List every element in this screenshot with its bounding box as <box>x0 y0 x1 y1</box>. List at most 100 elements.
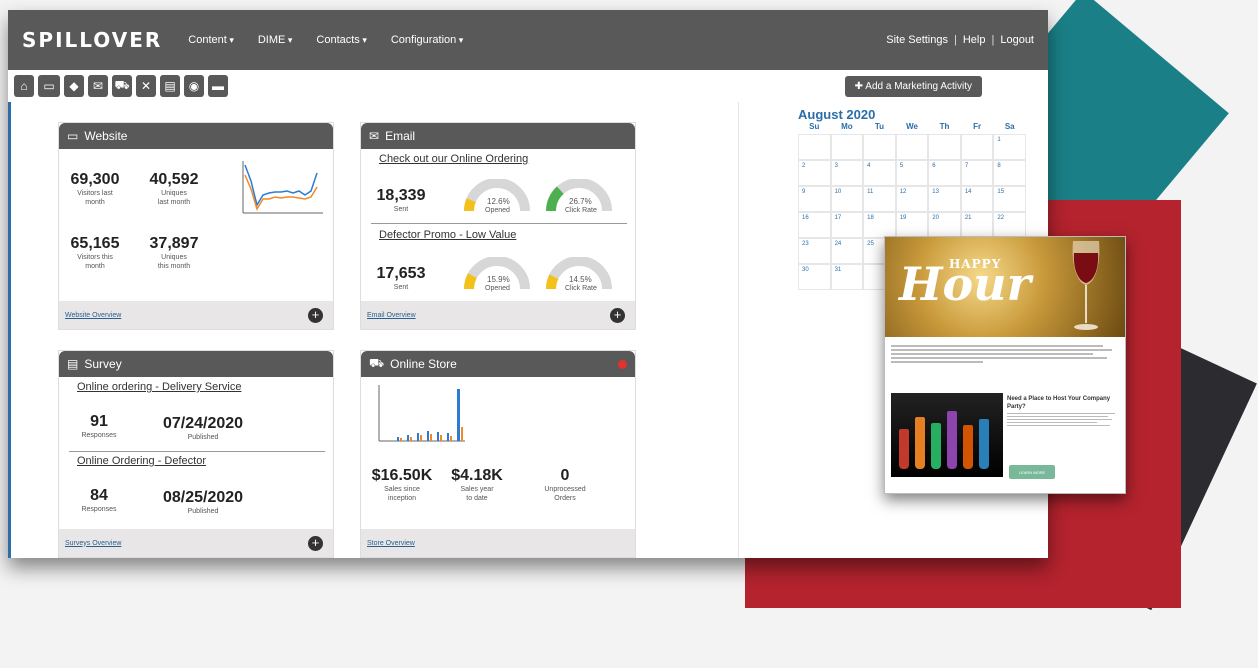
gauge-label: Opened <box>485 207 510 214</box>
stat-label: Uniques <box>161 190 187 197</box>
calendar-day[interactable]: 17 <box>830 212 864 238</box>
calendar-day <box>960 134 994 160</box>
add-circle-icon[interactable]: + <box>308 536 323 551</box>
calendar-day[interactable]: 6 <box>928 160 961 186</box>
gauge-value: 15.9% <box>487 275 510 284</box>
nav-dime[interactable]: DIME <box>258 34 293 46</box>
site-settings-link[interactable]: Site Settings <box>886 34 948 46</box>
calendar-day[interactable]: 23 <box>798 238 831 264</box>
scissors-icon[interactable]: ✕ <box>136 75 156 97</box>
nav-contacts[interactable]: Contacts <box>316 34 366 46</box>
unprocessed-orders-stat: 0 Unprocessed Orders <box>533 467 597 503</box>
uniques-last-stat: 40,592 Uniques last month <box>143 171 205 207</box>
calendar-day[interactable]: 19 <box>895 212 929 238</box>
envelope-icon[interactable]: ✉ <box>88 75 108 97</box>
calendar-day <box>928 134 961 160</box>
calendar-day[interactable]: 15 <box>993 186 1026 212</box>
stat-label: Sales year <box>460 486 494 493</box>
tag-icon[interactable]: ◆ <box>64 75 84 97</box>
stat-value: 17,653 <box>376 265 426 282</box>
sales-inception-stat: $16.50K Sales since inception <box>365 467 439 503</box>
calendar-day[interactable]: 18 <box>863 212 896 238</box>
top-right-links: Site Settings | Help | Logout <box>886 34 1034 46</box>
document-icon[interactable]: ▤ <box>160 75 180 97</box>
calendar-day[interactable]: 20 <box>928 212 961 238</box>
calendar-day[interactable]: 5 <box>895 160 929 186</box>
calendar-day[interactable]: 8 <box>993 160 1026 186</box>
store-overview-link[interactable]: Store Overview <box>361 529 635 557</box>
calendar-day[interactable]: 3 <box>830 160 864 186</box>
nav-content[interactable]: Content <box>188 34 234 46</box>
calendar-day[interactable]: 1 <box>993 134 1026 160</box>
divider: | <box>954 34 957 46</box>
divider: | <box>991 34 995 46</box>
calendar-day[interactable]: 13 <box>928 186 961 212</box>
logout-link[interactable]: Logout <box>1000 34 1034 46</box>
calendar-day[interactable]: 11 <box>863 186 896 212</box>
calendar-day[interactable]: 7 <box>960 160 994 186</box>
visitors-this-stat: 65,165 Visitors this month <box>65 235 125 271</box>
home-icon[interactable]: ⌂ <box>14 75 34 97</box>
calendar-day[interactable]: 22 <box>993 212 1026 238</box>
flyer-body-text <box>891 343 1121 383</box>
calendar-weekdays: Su Mo Tu We Th Fr Sa <box>798 122 1026 134</box>
document-icon: ▤ <box>67 357 79 371</box>
text-line <box>1007 413 1115 414</box>
calendar-day[interactable]: 12 <box>895 186 929 212</box>
monitor-icon[interactable]: ▭ <box>38 75 60 97</box>
survey-2-link[interactable]: Online Ordering - Defector <box>77 455 206 467</box>
calendar-day[interactable]: 24 <box>830 238 864 264</box>
calendar-day[interactable]: 31 <box>830 264 864 290</box>
calendar-day[interactable]: 10 <box>830 186 864 212</box>
calendar-day[interactable]: 14 <box>960 186 994 212</box>
calendar-day[interactable]: 16 <box>798 212 831 238</box>
add-circle-icon[interactable]: + <box>308 308 323 323</box>
flyer-hero-image: HAPPY Hour <box>885 237 1125 337</box>
calendar-day[interactable]: 21 <box>960 212 994 238</box>
stat-label: inception <box>387 495 417 502</box>
quick-toolbar: ⌂ ▭ ◆ ✉ ⛟ ✕ ▤ ◉ ▬ ✚ Add a Marketing Acti… <box>8 70 1048 102</box>
survey-1-link[interactable]: Online ordering - Delivery Service <box>77 381 241 393</box>
calendar-day[interactable]: 4 <box>863 160 896 186</box>
calendar-day[interactable]: 30 <box>798 264 831 290</box>
cart-icon[interactable]: ⛟ <box>112 75 132 97</box>
target-icon[interactable]: ◉ <box>184 75 204 97</box>
stat-label: Responses <box>81 432 117 439</box>
flyer-side-section: Need a Place to Host Your Company Party? <box>1007 395 1119 428</box>
brand-logo[interactable]: SPILLOVER <box>22 28 162 52</box>
more-icon[interactable]: ▬ <box>208 75 228 97</box>
gauge-fill <box>464 198 476 212</box>
calendar-day[interactable]: 9 <box>798 186 831 212</box>
text-line <box>1007 419 1113 420</box>
campaign-2-link[interactable]: Defector Promo - Low Value <box>379 229 516 241</box>
help-link[interactable]: Help <box>963 34 986 46</box>
column-divider <box>738 102 739 558</box>
campaign-1-link[interactable]: Check out our Online Ordering <box>379 153 528 165</box>
stat-label: Published <box>187 508 219 515</box>
stat-value: $4.18K <box>451 467 503 484</box>
drink <box>963 425 973 469</box>
visitors-last-stat: 69,300 Visitors last month <box>65 171 125 207</box>
uniques-this-stat: 37,897 Uniques this month <box>143 235 205 271</box>
stat-label: month <box>85 199 105 206</box>
calendar-day <box>798 134 831 160</box>
happy-hour-flyer: HAPPY Hour Need a Place to Host Your Com… <box>884 236 1126 494</box>
card-title: Online Store <box>390 357 457 371</box>
add-activity-label: Add a Marketing Activity <box>865 80 972 92</box>
add-circle-icon[interactable]: + <box>610 308 625 323</box>
campaign-2-opened-gauge: 15.9% Opened <box>463 256 531 299</box>
add-marketing-activity-button[interactable]: ✚ Add a Marketing Activity <box>844 75 982 97</box>
surveys-overview-link[interactable]: Surveys Overview <box>59 529 333 557</box>
calendar-day[interactable]: 2 <box>798 160 831 186</box>
website-overview-link[interactable]: Website Overview <box>59 301 333 329</box>
stat-label: Visitors last <box>77 190 113 197</box>
email-overview-link[interactable]: Email Overview <box>361 301 635 329</box>
survey-1-published: 07/24/2020 Published <box>155 415 251 442</box>
drink <box>931 423 941 469</box>
card-title: Email <box>385 129 416 143</box>
text-line <box>1007 425 1111 426</box>
website-card-header: ▭ Website <box>59 123 333 149</box>
nav-configuration[interactable]: Configuration <box>391 34 463 46</box>
stat-value: 37,897 <box>149 235 199 252</box>
learn-more-button[interactable]: LEARN MORE <box>1009 465 1055 479</box>
